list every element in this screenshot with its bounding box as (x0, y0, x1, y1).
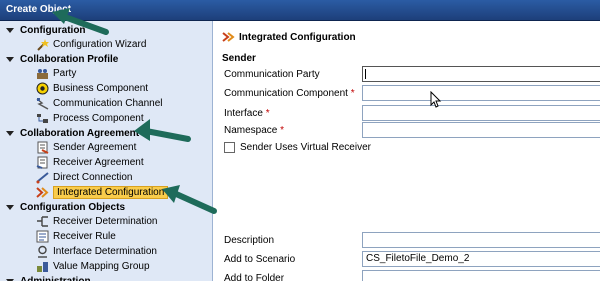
integrated-configuration-icon (222, 32, 235, 42)
tree-item[interactable]: Receiver Rule (0, 229, 212, 244)
object-type-tree: Configuration Configuration Wizard Collabo… (0, 21, 213, 281)
expand-triangle-icon[interactable] (6, 130, 14, 136)
tree-group-label: Collaboration Profile (20, 53, 119, 65)
required-marker: * (280, 124, 285, 136)
virtual-receiver-checkbox[interactable] (224, 142, 235, 153)
mouse-cursor-icon (430, 91, 442, 108)
receiver-determination-icon (37, 216, 48, 227)
field-input[interactable] (362, 105, 600, 121)
field-input[interactable] (362, 66, 600, 82)
tree-item-label: Receiver Determination (53, 216, 158, 227)
tree-item-label: Receiver Rule (53, 231, 116, 242)
required-marker: * (265, 107, 270, 119)
tree-item[interactable]: Interface Determination (0, 244, 212, 259)
integrated-configuration-form: Integrated Configuration Sender Communic… (214, 21, 600, 281)
tree-group-label: Configuration Objects (20, 201, 125, 213)
tree-item-label: Direct Connection (53, 172, 133, 183)
integrated-configuration-icon (36, 187, 49, 198)
field-label: Communication Component * (224, 87, 355, 99)
virtual-receiver-checkbox-row[interactable]: Sender Uses Virtual Receiver (224, 142, 371, 153)
field-row: Namespace * (224, 122, 362, 138)
business-component-icon (36, 82, 49, 95)
tree-item[interactable]: Business Component (0, 81, 212, 96)
wizard-icon (37, 39, 49, 51)
field-row: Add to Scenario (224, 251, 362, 267)
tree-item[interactable]: Configuration Wizard (0, 37, 212, 52)
tree-item[interactable]: Communication Channel (0, 96, 212, 111)
tree-item[interactable]: Receiver Agreement (0, 155, 212, 170)
tree-group-label: Collaboration Agreement (20, 127, 140, 139)
receiver-rule-icon (36, 230, 49, 243)
tree-item-label: Integrated Configuration (53, 186, 169, 199)
virtual-receiver-label: Sender Uses Virtual Receiver (240, 142, 371, 153)
tree-item-label: Sender Agreement (53, 142, 137, 153)
receiver-agreement-icon (36, 156, 48, 169)
tree-group-label: Administration (20, 275, 91, 281)
tree-item-label: Configuration Wizard (53, 39, 147, 50)
communication-channel-icon (36, 98, 49, 110)
field-input[interactable] (362, 232, 600, 248)
annotation-arrow-icon (134, 119, 191, 142)
tree-item-label: Interface Determination (53, 246, 157, 257)
expand-triangle-icon[interactable] (6, 56, 14, 62)
field-label: Add to Scenario (224, 253, 296, 265)
tree-item[interactable]: Party (0, 66, 212, 81)
field-input[interactable] (362, 85, 600, 101)
tree-item-label: Party (53, 68, 77, 79)
expand-triangle-icon[interactable] (6, 204, 14, 210)
tree-group[interactable]: Administration (0, 274, 212, 281)
section-sender: Sender (222, 53, 256, 64)
field-input[interactable] (362, 122, 600, 138)
field-label: Namespace * (224, 124, 285, 136)
tree-item-label: Business Component (53, 83, 149, 94)
field-label: Add to Folder (224, 272, 285, 281)
required-marker: * (350, 87, 355, 99)
field-label: Description (224, 234, 275, 246)
form-header: Integrated Configuration (222, 31, 356, 44)
value-mapping-group-icon (37, 262, 48, 272)
annotation-arrow-icon (52, 8, 109, 35)
field-input[interactable]: CS_FiletoFile_Demo_2 (362, 251, 600, 267)
form-title: Integrated Configuration (239, 32, 356, 43)
field-row: Add to Folder (224, 270, 362, 281)
field-row: Communication Component * (224, 85, 362, 101)
tree-item[interactable]: Value Mapping Group (0, 259, 212, 274)
sender-agreement-icon (37, 141, 49, 154)
interface-determination-icon (38, 245, 47, 258)
tree-item-label: Communication Channel (53, 98, 163, 109)
tree-item-label: Receiver Agreement (53, 157, 144, 168)
process-component-icon (37, 114, 48, 123)
field-row: Communication Party (224, 66, 362, 82)
field-label: Interface * (224, 107, 270, 119)
direct-connection-icon (36, 172, 49, 184)
field-row: Description (224, 232, 362, 248)
expand-triangle-icon[interactable] (6, 27, 14, 33)
annotation-arrow-icon (162, 185, 217, 214)
field-label: Communication Party (224, 68, 320, 80)
text-caret (365, 69, 366, 79)
field-input[interactable] (362, 270, 600, 281)
party-icon (37, 69, 48, 79)
tree-item-label: Value Mapping Group (53, 261, 150, 272)
field-row: Interface * (224, 105, 362, 121)
tree-group[interactable]: Collaboration Profile (0, 52, 212, 66)
